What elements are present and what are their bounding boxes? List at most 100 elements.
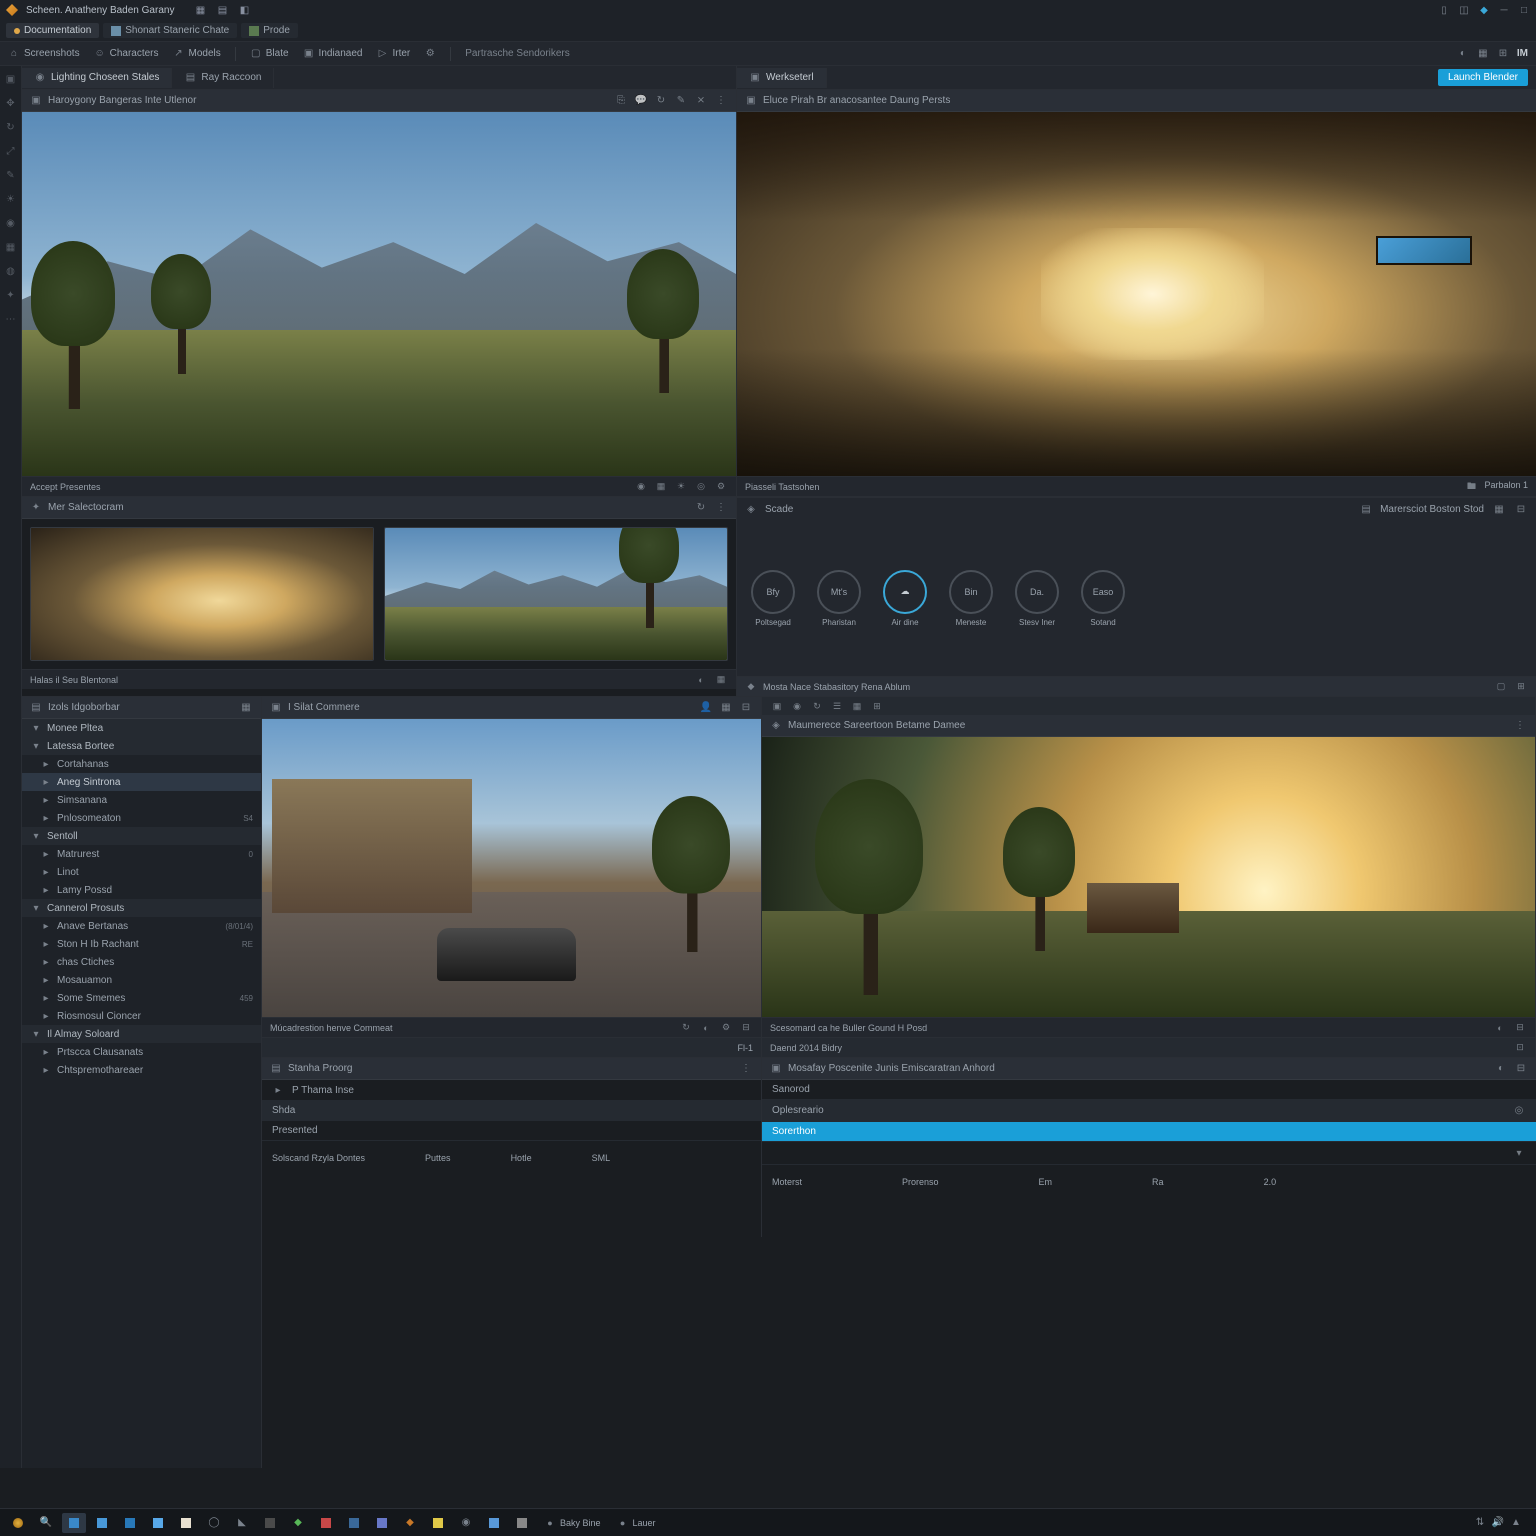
vh-del-icon[interactable]: ⨯ (694, 94, 708, 108)
start-button[interactable] (6, 1513, 30, 1533)
outliner-item[interactable]: ▸chas Ctiches (22, 953, 261, 971)
tb-search[interactable]: 🔍 (34, 1513, 58, 1533)
outliner-section-head[interactable]: ▾Cannerol Prosuts (22, 899, 261, 917)
rail-scale-icon[interactable]: ⤢ (4, 144, 18, 158)
tb-files[interactable] (62, 1513, 86, 1533)
rail-move-icon[interactable]: ✥ (4, 96, 18, 110)
menu-icon-3[interactable]: ◧ (238, 4, 250, 16)
rv-i1-icon[interactable]: ▣ (770, 699, 784, 713)
vh-save-icon[interactable]: ⎘ (614, 94, 628, 108)
tb-app6[interactable] (258, 1513, 282, 1533)
preset-1[interactable]: Mt'sPharistan (817, 570, 861, 627)
tb-app8[interactable] (314, 1513, 338, 1533)
rv-i6-icon[interactable]: ⊞ (870, 699, 884, 713)
outliner-item[interactable]: ▸Prtscca Clausanats (22, 1043, 261, 1061)
vf-grid-icon[interactable]: ▦ (654, 480, 668, 494)
tb-app7[interactable]: ◆ (286, 1513, 310, 1533)
dr-i1-icon[interactable]: ◐ (1494, 1062, 1508, 1076)
rail-select-icon[interactable]: ▣ (4, 72, 18, 86)
sf-i4-icon[interactable]: ⊟ (739, 1021, 753, 1035)
tb-app11[interactable]: ◆ (398, 1513, 422, 1533)
rv-i3-icon[interactable]: ↻ (810, 699, 824, 713)
max-icon[interactable]: □ (1518, 4, 1530, 16)
outliner-item[interactable]: ▸Lamy Possd (22, 881, 261, 899)
tool-extra[interactable]: ⚙ (424, 48, 436, 60)
rail-brush-icon[interactable]: ✎ (4, 168, 18, 182)
outliner-item[interactable]: ▸Simsanana (22, 791, 261, 809)
diamond-icon[interactable]: ◆ (1478, 4, 1490, 16)
tb-label1[interactable]: ●Baky Bine (538, 1517, 607, 1529)
vf-eye-icon[interactable]: ◎ (694, 480, 708, 494)
tb-label2[interactable]: ●Lauer (611, 1517, 662, 1529)
outliner-item[interactable]: ▸Anave Bertanas(8/01/4) (22, 917, 261, 935)
rf-i1-icon[interactable]: ◐ (1493, 1021, 1507, 1035)
prop-row[interactable]: Shda (262, 1101, 761, 1121)
ptab-workset[interactable]: ▣Werkseterl (737, 68, 827, 88)
ptab-lighting[interactable]: ◉Lighting Choseen Stales (22, 68, 172, 88)
tray-more-icon[interactable]: ▲ (1510, 1517, 1522, 1529)
tb-app1[interactable] (118, 1513, 142, 1533)
tb-explorer[interactable] (90, 1513, 114, 1533)
outliner-item[interactable]: ▸PnlosomeatonS4 (22, 809, 261, 827)
th-menu-icon[interactable]: ⋮ (714, 501, 728, 515)
menu-icon-2[interactable]: ▤ (216, 4, 228, 16)
tb-app2[interactable] (146, 1513, 170, 1533)
tb-app12[interactable] (426, 1513, 450, 1533)
rail-more-icon[interactable]: ⋯ (4, 312, 18, 326)
prop-row[interactable]: Oplesreario◎ (762, 1099, 1536, 1122)
outliner-item[interactable]: ▸Aneg Sintrona (22, 773, 261, 791)
prop-row[interactable]: ▾ (762, 1142, 1536, 1165)
thumb-interior[interactable] (30, 527, 374, 661)
tool-indianaed[interactable]: ▣Indianaed (303, 48, 363, 60)
outliner-section-head[interactable]: ▾Sentoll (22, 827, 261, 845)
tray-vol-icon[interactable]: 🔊 (1492, 1517, 1504, 1529)
outliner-item[interactable]: ▸Matrurest0 (22, 845, 261, 863)
tf-i1-icon[interactable]: ◐ (694, 673, 708, 687)
outliner-section-head[interactable]: ▾Il Almay Soloard (22, 1025, 261, 1043)
menu-icon-1[interactable]: ▦ (194, 4, 206, 16)
prop-row[interactable]: ▸P Thama Inse (262, 1080, 761, 1101)
tool-characters[interactable]: ☺Characters (94, 48, 159, 60)
outliner-item[interactable]: ▸Riosmosul Cioncer (22, 1007, 261, 1025)
tb-app3[interactable] (174, 1513, 198, 1533)
outliner-item[interactable]: ▸Linot (22, 863, 261, 881)
ptab-ray[interactable]: ▤Ray Raccoon (172, 68, 274, 88)
opt2-icon[interactable]: ▦ (1477, 48, 1489, 60)
tb-app14[interactable] (482, 1513, 506, 1533)
prop-row[interactable]: Presented (262, 1121, 761, 1141)
rail-rotate-icon[interactable]: ↻ (4, 120, 18, 134)
rh-menu-icon[interactable]: ⋮ (1513, 719, 1527, 733)
sf-i3-icon[interactable]: ⚙ (719, 1021, 733, 1035)
opt3-icon[interactable]: ⊞ (1497, 48, 1509, 60)
vh-edit-icon[interactable]: ✎ (674, 94, 688, 108)
sb-i1-icon[interactable]: ▢ (1494, 680, 1508, 694)
render-viewport[interactable] (762, 737, 1535, 1017)
vf-cam-icon[interactable]: ◉ (634, 480, 648, 494)
tool-home[interactable]: ⌂Screenshots (8, 48, 80, 60)
tool-models[interactable]: ↗Models (173, 48, 221, 60)
sf-i2-icon[interactable]: ◐ (699, 1021, 713, 1035)
tool-blate[interactable]: ▢Blate (250, 48, 289, 60)
preset-tab-r[interactable]: Marersciot Boston Stod (1380, 504, 1484, 515)
sh-i1-icon[interactable]: 👤 (699, 701, 713, 715)
rf2-i-icon[interactable]: ⊡ (1513, 1041, 1527, 1055)
th-refresh-icon[interactable]: ↻ (694, 501, 708, 515)
sf-i1-icon[interactable]: ↻ (679, 1021, 693, 1035)
seq-viewport[interactable] (262, 719, 761, 1017)
rail-mesh-icon[interactable]: ▦ (4, 240, 18, 254)
min-icon[interactable]: ─ (1498, 4, 1510, 16)
oh-menu-icon[interactable]: ▦ (239, 701, 253, 715)
layout-icon[interactable]: ▯ (1438, 4, 1450, 16)
ph-i2-icon[interactable]: ⊟ (1514, 502, 1528, 516)
sh-i2-icon[interactable]: ▦ (719, 701, 733, 715)
rail-cam-icon[interactable]: ◉ (4, 216, 18, 230)
preset-3[interactable]: BinMeneste (949, 570, 993, 627)
rail-mat-icon[interactable]: ◍ (4, 264, 18, 278)
rail-fx-icon[interactable]: ✦ (4, 288, 18, 302)
sh-i3-icon[interactable]: ⊟ (739, 701, 753, 715)
tab-prode[interactable]: Prode (241, 23, 298, 38)
tray-net-icon[interactable]: ⇅ (1474, 1517, 1486, 1529)
right-viewport[interactable] (737, 112, 1536, 476)
vf-sun-icon[interactable]: ☀ (674, 480, 688, 494)
vf-set-icon[interactable]: ⚙ (714, 480, 728, 494)
